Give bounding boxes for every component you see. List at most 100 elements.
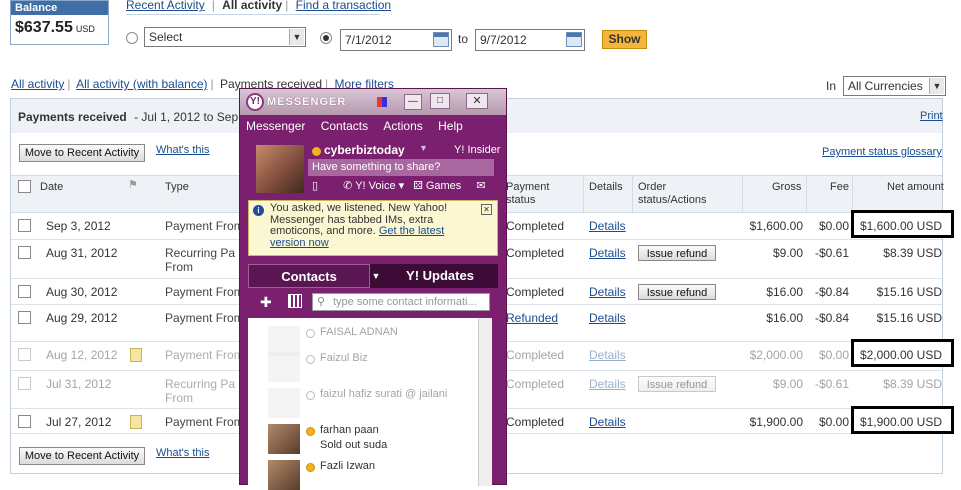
mail-icon[interactable]: ✉ [476, 180, 485, 192]
status-message-input[interactable]: Have something to share? [308, 159, 494, 176]
chevron-down-icon[interactable]: ▼ [370, 264, 382, 288]
chevron-down-icon: ▼ [289, 29, 304, 45]
row-checkbox[interactable] [18, 219, 31, 232]
period-select[interactable]: Select ▼ [144, 27, 306, 47]
panel-title: Payments received - Jul 1, 2012 to Sep [18, 110, 239, 124]
tab-updates[interactable]: Y! Updates [382, 264, 498, 288]
grid-view-icon[interactable] [288, 294, 302, 308]
radio-date-range[interactable] [320, 32, 332, 44]
whats-this-link[interactable]: What's this [156, 144, 209, 156]
row-checkbox[interactable] [18, 285, 31, 298]
date-to-input[interactable]: 9/7/2012 [475, 29, 585, 51]
row-gross: $16.00 [766, 285, 803, 299]
show-button[interactable]: Show [602, 30, 647, 49]
row-details-link[interactable]: Details [589, 246, 626, 260]
presence-icon [306, 329, 315, 338]
menu-actions[interactable]: Actions [383, 119, 422, 133]
online-status-icon[interactable] [312, 147, 321, 156]
note-icon[interactable] [130, 348, 142, 362]
col-details: Details [589, 181, 623, 193]
flag-filter-icon[interactable]: ⚑ [128, 178, 142, 192]
row-gross: $9.00 [772, 246, 803, 260]
col-type[interactable]: Type [165, 181, 189, 193]
payment-status-glossary-link[interactable]: Payment status glossary [822, 146, 942, 158]
scrollbar[interactable] [478, 318, 492, 486]
row-details-link[interactable]: Details [589, 415, 626, 429]
issue-refund-button[interactable]: Issue refund [638, 245, 716, 261]
row-gross: $16.00 [766, 311, 803, 325]
row-type: Payment From [165, 219, 244, 233]
date-from-input[interactable]: 7/1/2012 [340, 29, 452, 51]
avatar [268, 424, 300, 454]
row-fee: -$0.84 [814, 311, 849, 325]
presence-icon [306, 391, 315, 400]
row-status: Completed [506, 415, 565, 429]
whats-this-link-bottom[interactable]: What's this [156, 447, 209, 459]
minimize-icon[interactable]: — [404, 94, 422, 110]
col-date[interactable]: Date [40, 181, 63, 193]
issue-refund-button[interactable]: Issue refund [638, 376, 716, 392]
row-checkbox[interactable] [18, 311, 31, 324]
select-all-checkbox[interactable] [18, 180, 31, 193]
tab-all-with-balance[interactable]: All activity (with balance) [76, 77, 207, 91]
row-status[interactable]: Refunded [506, 311, 558, 325]
recent-activity-link[interactable]: Recent Activity [126, 0, 205, 12]
row-type: Recurring Pa [165, 246, 236, 260]
phone-icon[interactable]: ▯ [312, 180, 318, 192]
menu-help[interactable]: Help [438, 119, 463, 133]
move-to-recent-button[interactable]: Move to Recent Activity [19, 144, 145, 162]
calendar-icon[interactable] [433, 32, 449, 47]
col-status[interactable]: Payment status [506, 181, 566, 207]
find-transaction-link[interactable]: Find a transaction [296, 0, 391, 12]
row-fee: $0.00 [818, 348, 849, 362]
col-fee[interactable]: Fee [830, 181, 849, 193]
games-button[interactable]: ⚄ Games [413, 180, 461, 192]
presence-icon [306, 427, 315, 436]
presence-icon [306, 355, 315, 364]
row-date: Sep 3, 2012 [46, 219, 111, 233]
row-checkbox[interactable] [18, 246, 31, 259]
status-dropdown-icon[interactable]: ▼ [419, 143, 428, 153]
calendar-icon[interactable] [566, 32, 582, 47]
insider-link[interactable]: Y! Insider [454, 144, 500, 156]
avatar[interactable] [256, 145, 304, 193]
menu-messenger[interactable]: Messenger [246, 119, 305, 133]
messenger-titlebar[interactable]: Y! MESSENGER — □ ✕ [240, 89, 506, 115]
row-checkbox[interactable] [18, 377, 31, 390]
row-net: $15.16 USD [876, 311, 942, 325]
notice-text: You asked, we listened. New Yahoo! Messe… [270, 202, 448, 249]
all-activity-tab[interactable]: All activity [222, 0, 282, 12]
note-icon[interactable] [130, 415, 142, 429]
row-details-link[interactable]: Details [589, 348, 626, 362]
row-status: Completed [506, 285, 565, 299]
messenger-window[interactable]: Y! MESSENGER — □ ✕ Messenger Contacts Ac… [239, 88, 507, 490]
row-checkbox[interactable] [18, 415, 31, 428]
row-details-link[interactable]: Details [589, 219, 626, 233]
currency-select[interactable]: All Currencies ▼ [843, 76, 946, 96]
contact-search-input[interactable]: type some contact informati... [312, 293, 490, 311]
row-gross: $9.00 [772, 377, 803, 391]
row-details-link[interactable]: Details [589, 311, 626, 325]
radio-select-range[interactable] [126, 32, 138, 44]
add-contact-icon[interactable]: ✚ [260, 294, 272, 311]
tab-contacts[interactable]: Contacts [248, 264, 370, 288]
avatar [268, 460, 300, 490]
tab-all-activity[interactable]: All activity [11, 77, 64, 91]
issue-refund-button[interactable]: Issue refund [638, 284, 716, 300]
close-icon[interactable]: ✕ [466, 93, 488, 109]
col-gross[interactable]: Gross [772, 181, 801, 193]
menu-contacts[interactable]: Contacts [321, 119, 368, 133]
row-details-link[interactable]: Details [589, 377, 626, 391]
maximize-icon[interactable]: □ [430, 93, 450, 109]
row-details-link[interactable]: Details [589, 285, 626, 299]
close-icon[interactable]: ✕ [481, 204, 492, 215]
col-net[interactable]: Net amount [887, 181, 944, 193]
move-to-recent-button-bottom[interactable]: Move to Recent Activity [19, 447, 145, 465]
print-link[interactable]: Print [920, 110, 943, 122]
voice-button[interactable]: ✆ Y! Voice ▾ [343, 180, 404, 192]
row-checkbox[interactable] [18, 348, 31, 361]
row-gross: $1,600.00 [749, 219, 803, 233]
avatar [268, 388, 300, 418]
row-type: Payment From [165, 415, 244, 429]
col-order: Order status/Actions [638, 181, 707, 206]
